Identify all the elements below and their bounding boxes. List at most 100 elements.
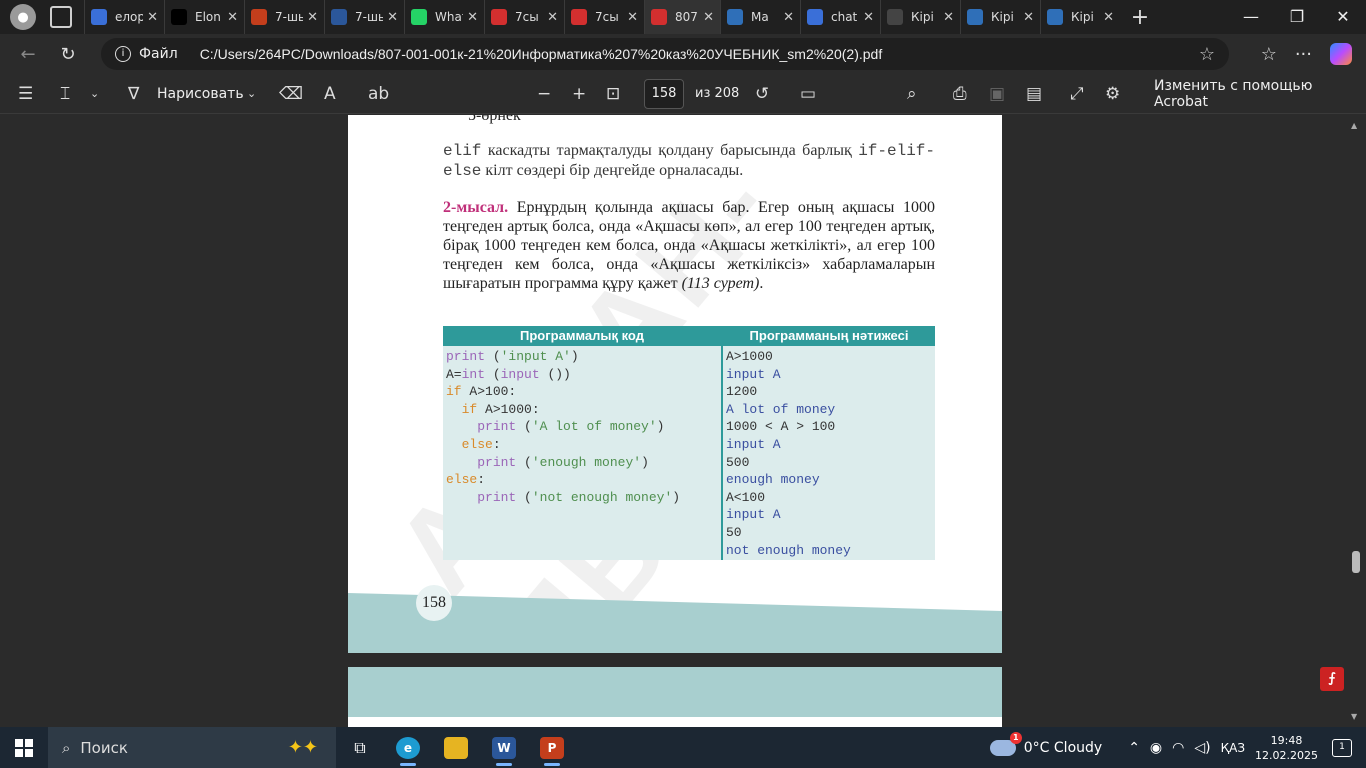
pdf-viewer[interactable]: АРМАН-ПВ 5-өрнек elif каскадты тармақтал… [0,115,1366,727]
close-tab-icon[interactable]: ✕ [863,10,874,25]
close-tab-icon[interactable]: ✕ [307,10,318,25]
scrollbar[interactable]: ▲ ▼ [1351,121,1360,721]
tab-title: Ма [751,10,769,24]
url-text[interactable]: C:/Users/264PC/Downloads/807-001-001к-21… [200,46,883,62]
close-tab-icon[interactable]: ✕ [943,10,954,25]
browser-tab[interactable]: Кірі ✕ [880,0,960,34]
profile-avatar[interactable]: ● [10,4,36,30]
close-tab-icon[interactable]: ✕ [703,10,714,25]
paragraph-text: каскадты тармақталуды қолдану барысында … [481,142,859,159]
browser-tab[interactable]: Кірі ✕ [1040,0,1120,34]
close-tab-icon[interactable]: ✕ [387,10,398,25]
language-indicator[interactable]: ҚАЗ [1221,741,1245,755]
browser-tab[interactable]: Elon ✕ [164,0,244,34]
acrobat-icon[interactable]: ⨍ [1320,667,1344,691]
draw-button[interactable]: Нарисовать [157,86,244,102]
scrollbar-thumb[interactable] [1352,551,1360,573]
new-tab-button[interactable]: + [1120,5,1160,30]
close-tab-icon[interactable]: ✕ [547,10,558,25]
minimize-button[interactable]: — [1228,0,1274,34]
chevron-up-icon[interactable]: ⌃ [1128,740,1140,756]
close-tab-icon[interactable]: ✕ [147,10,158,25]
taskbar-search[interactable]: ⌕ Поиск ✦✦ [48,727,336,768]
print-icon[interactable]: ⎙ [953,84,967,104]
browser-tab[interactable]: Кірі ✕ [960,0,1040,34]
save-icon: ▣ [989,83,1006,104]
more-menu-icon[interactable]: ··· [1295,44,1312,65]
volume-icon[interactable]: ◁) [1194,740,1210,756]
powerpoint-icon [251,9,267,25]
word-app[interactable]: W [480,727,528,768]
close-tab-icon[interactable]: ✕ [227,10,238,25]
draw-icon[interactable]: ∇ [128,84,139,104]
eraser-icon[interactable]: ⌫ [279,84,303,104]
location-icon[interactable]: ◉ [1150,740,1162,756]
browser-tab[interactable]: WhatsApp ✕ [404,0,484,34]
browser-tab[interactable]: Ма ✕ [720,0,800,34]
back-button[interactable]: ← [8,44,48,65]
browser-tab[interactable]: chat ✕ [800,0,880,34]
close-tab-icon[interactable]: ✕ [783,10,794,25]
scroll-up-icon[interactable]: ▲ [1351,121,1357,130]
code-line: print ('enough money') [446,454,680,472]
powerpoint-app[interactable]: P [528,727,576,768]
refresh-button[interactable]: ↻ [48,44,88,65]
output-line: 1000 < A > 100 [726,419,836,435]
favorites-icon[interactable]: ☆ [1261,44,1277,65]
x-logo-icon [171,9,187,25]
task-view-button[interactable]: ⧉ [336,727,384,768]
page-number-input[interactable]: 158 [644,79,684,109]
save-as-icon[interactable]: ▤ [1026,84,1042,104]
highlight-icon[interactable]: ⌶ [60,84,70,104]
close-tab-icon[interactable]: ✕ [1103,10,1114,25]
browser-tab[interactable]: 7сы ✕ [484,0,564,34]
favorite-star-icon[interactable]: ☆ [1199,44,1215,65]
close-window-button[interactable]: ✕ [1320,0,1366,34]
browser-tab[interactable]: елорда✕ [84,0,164,34]
code-token: 'not enough money' [531,489,673,505]
restore-button[interactable]: ❐ [1274,0,1320,34]
copilot-icon[interactable] [1330,43,1352,65]
chevron-down-icon[interactable]: ⌄ [247,87,256,100]
read-aloud-icon[interactable]: A [324,84,336,104]
fullscreen-icon[interactable]: ⤢ [1070,84,1084,104]
chevron-down-icon[interactable]: ⌄ [90,87,99,100]
code-line: print ('A lot of money') [446,418,680,436]
start-button[interactable] [0,727,48,768]
search-label: Поиск [80,738,128,757]
info-icon[interactable]: i [115,46,131,62]
clock[interactable]: 19:48 12.02.2025 [1255,733,1318,763]
zoom-out-button[interactable]: − [537,84,551,104]
url-field[interactable]: i Файл C:/Users/264PC/Downloads/807-001-… [101,38,1229,70]
page-view-icon[interactable]: ▭ [800,84,816,104]
edit-with-acrobat-button[interactable]: Изменить с помощью Acrobat [1154,78,1366,110]
rotate-icon[interactable]: ↺ [755,84,769,104]
browser-tab[interactable]: 7-шы ✕ [324,0,404,34]
file-explorer-app[interactable] [432,727,480,768]
code-token: print [477,489,517,505]
search-icon[interactable]: ⌕ [907,84,917,104]
wifi-icon[interactable]: ◠ [1172,740,1184,756]
close-tab-icon[interactable]: ✕ [1023,10,1034,25]
code-term: elif [443,142,482,160]
close-tab-icon[interactable]: ✕ [627,10,638,25]
browser-tab[interactable]: 7-шы ✕ [244,0,324,34]
browser-tab[interactable]: 807 ✕ [644,0,720,34]
settings-gear-icon[interactable]: ⚙ [1105,84,1120,104]
contents-icon[interactable]: ☰ [18,84,33,104]
notification-icon[interactable]: 1 [1332,738,1352,757]
weather-widget[interactable]: 1 0°C Cloudy [989,731,1102,756]
scroll-down-icon[interactable]: ▼ [1351,712,1357,721]
tab-title: Кірі [991,10,1014,24]
tab-actions-icon[interactable] [50,6,72,28]
close-tab-icon[interactable]: ✕ [467,10,478,25]
zoom-in-button[interactable]: + [572,84,586,104]
edge-app[interactable]: e [384,727,432,768]
tab-title: chat [831,10,858,24]
next-pdf-page [348,667,1002,727]
fit-page-icon[interactable]: ⊡ [606,84,620,104]
code-token: else [461,436,493,452]
translate-icon[interactable]: ab [368,84,389,104]
code-token: if [446,384,462,400]
browser-tab[interactable]: 7сы ✕ [564,0,644,34]
